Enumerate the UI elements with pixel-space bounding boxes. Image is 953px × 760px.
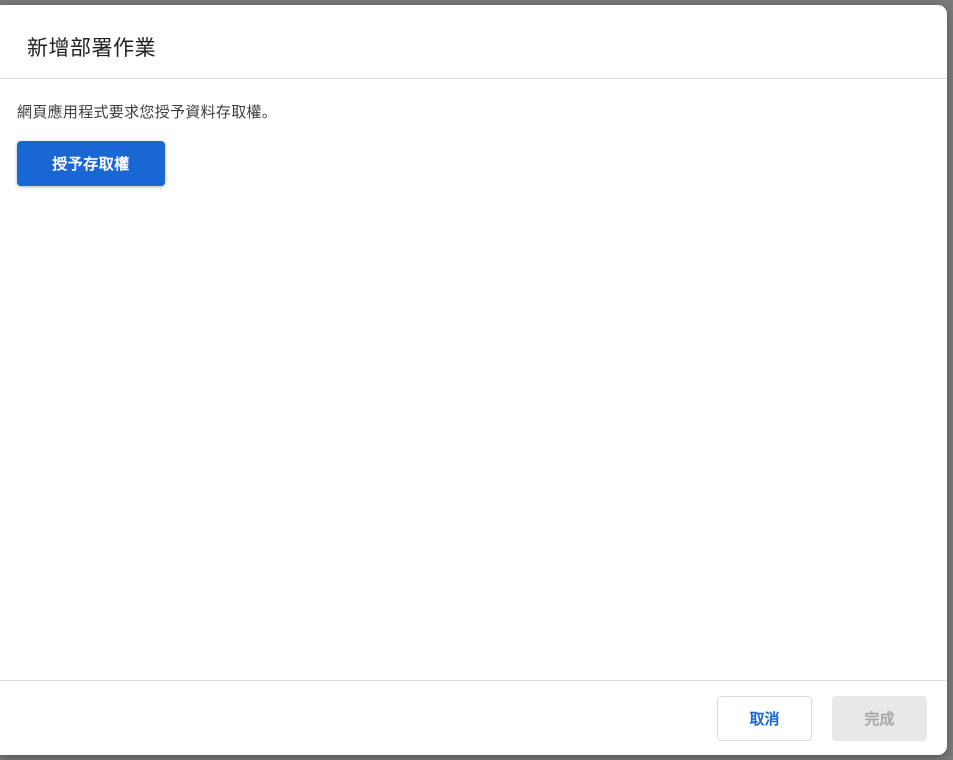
add-deployment-dialog: 新增部署作業 網頁應用程式要求您授予資料存取權。 授予存取權 取消 完成: [0, 5, 947, 755]
cancel-button[interactable]: 取消: [717, 696, 812, 741]
done-button[interactable]: 完成: [832, 696, 927, 741]
dialog-footer: 取消 完成: [0, 680, 947, 755]
dialog-header: 新增部署作業: [0, 5, 947, 79]
authorization-message: 網頁應用程式要求您授予資料存取權。: [17, 103, 278, 121]
dialog-title: 新增部署作業: [27, 36, 156, 60]
dialog-body: 網頁應用程式要求您授予資料存取權。 授予存取權: [0, 79, 947, 186]
grant-access-button[interactable]: 授予存取權: [17, 141, 165, 186]
